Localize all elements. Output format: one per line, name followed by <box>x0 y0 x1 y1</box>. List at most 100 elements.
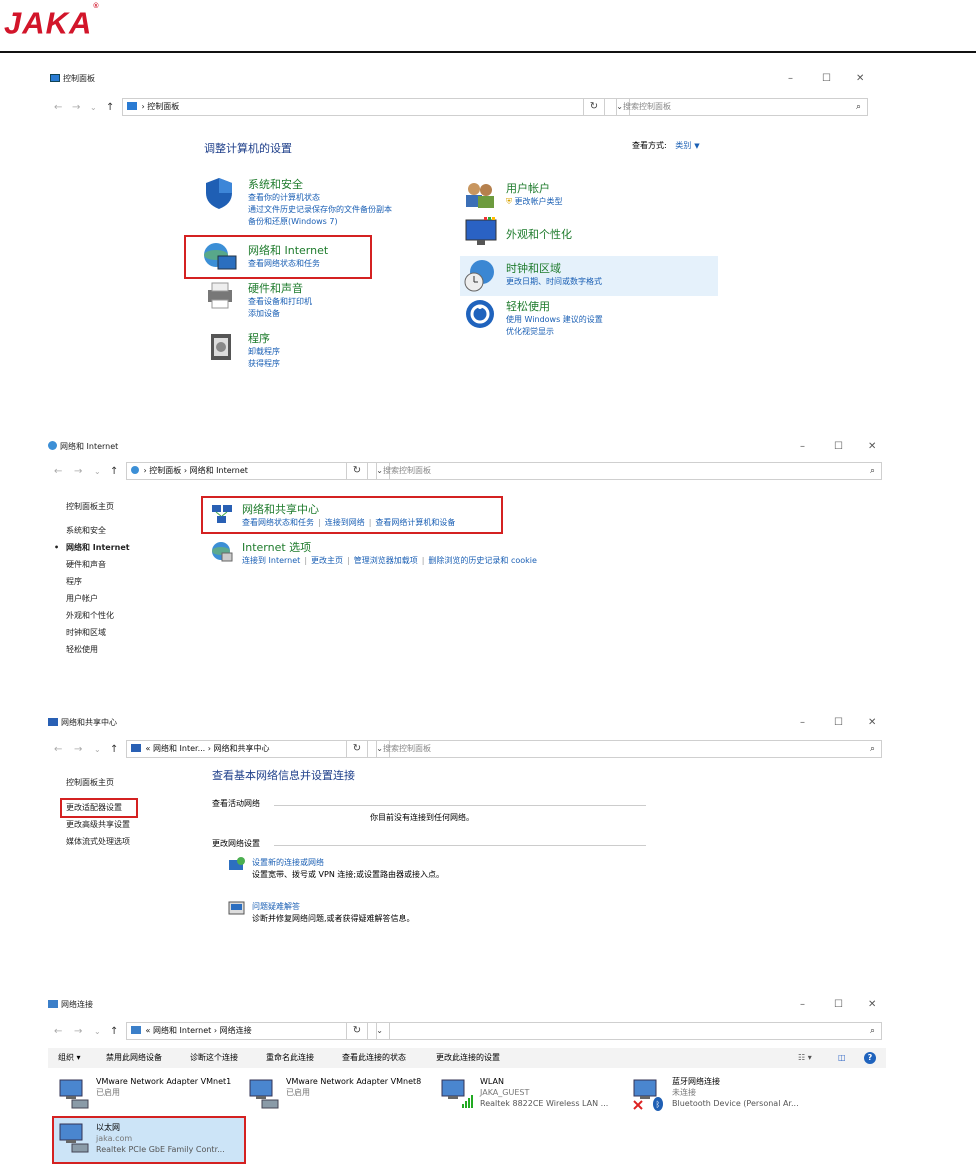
item-title[interactable]: Internet 选项 <box>242 539 537 555</box>
category-link[interactable]: ⛨ 更改帐户类型 <box>506 196 563 208</box>
toolbar-disable[interactable]: 禁用此网络设备 <box>106 1048 162 1068</box>
sidebar-item-hardware[interactable]: 硬件和声音 <box>66 556 130 573</box>
recent-dropdown[interactable]: ⌄ <box>90 101 97 115</box>
category-programs: 程序 卸载程序 获得程序 <box>248 330 280 370</box>
category-link[interactable]: 查看设备和打印机 <box>248 296 312 308</box>
minimize-button[interactable]: – <box>800 440 805 454</box>
recent-dropdown[interactable]: ⌄ <box>94 465 101 479</box>
title-bar: 控制面板 <box>50 72 872 86</box>
sidebar-item-advanced-sharing[interactable]: 更改高级共享设置 <box>66 816 130 833</box>
category-title[interactable]: 程序 <box>248 330 280 346</box>
sidebar-item-accounts[interactable]: 用户帐户 <box>66 590 130 607</box>
forward-button[interactable]: → <box>74 465 82 479</box>
sidebar-item-home[interactable]: 控制面板主页 <box>66 774 130 791</box>
category-link[interactable]: 获得程序 <box>248 358 280 370</box>
category-title[interactable]: 硬件和声音 <box>248 280 312 296</box>
title-bar: 网络和 Internet <box>48 440 886 454</box>
category-link[interactable]: 优化视觉显示 <box>506 326 603 338</box>
up-button[interactable]: ↑ <box>110 465 118 479</box>
task-link[interactable]: 问题疑难解答 <box>252 901 415 913</box>
category-title[interactable]: 外观和个性化 <box>506 226 572 242</box>
sidebar-item-appearance[interactable]: 外观和个性化 <box>66 607 130 624</box>
item-link[interactable]: 更改主页 <box>311 556 343 565</box>
category-link[interactable]: 备份和还原(Windows 7) <box>248 216 392 228</box>
minimize-button[interactable]: – <box>788 72 793 86</box>
category-link[interactable]: 更改日期、时间或数字格式 <box>506 276 602 288</box>
sidebar-item-media-streaming[interactable]: 媒体流式处理选项 <box>66 833 130 850</box>
up-button[interactable]: ↑ <box>110 1025 118 1039</box>
network-connections-window: 网络连接 – ☐ ✕ ← → ⌄ ↑ « 网络和 Internet › 网络连接… <box>48 998 886 1168</box>
sidebar-item-network[interactable]: • 网络和 Internet <box>54 539 130 556</box>
toolbar-diagnose[interactable]: 诊断这个连接 <box>190 1048 238 1068</box>
maximize-button[interactable]: ☐ <box>822 72 831 86</box>
sidebar-item-system[interactable]: 系统和安全 <box>66 522 130 539</box>
personalization-icon <box>464 216 498 248</box>
back-button[interactable]: ← <box>54 1025 62 1039</box>
category-link[interactable]: 卸载程序 <box>248 346 280 358</box>
maximize-button[interactable]: ☐ <box>834 998 843 1012</box>
address-bar[interactable]: › 控制面板 ⌄ <box>122 98 630 116</box>
search-input[interactable]: 搜索控制面板 ⌕ <box>376 740 882 758</box>
minimize-button[interactable]: – <box>800 716 805 730</box>
view-options-icon[interactable]: ☷ ▾ <box>798 1048 812 1068</box>
forward-button[interactable]: → <box>72 101 80 115</box>
forward-button[interactable]: → <box>74 743 82 757</box>
back-button[interactable]: ← <box>54 743 62 757</box>
recent-dropdown[interactable]: ⌄ <box>94 1025 101 1039</box>
category-link[interactable]: 通过文件历史记录保存你的文件备份副本 <box>248 204 392 216</box>
refresh-button[interactable]: ↻ <box>346 462 368 480</box>
adapter-wlan[interactable]: WLAN JAKA_GUEST Realtek 8822CE Wireless … <box>440 1076 626 1116</box>
item-link[interactable]: 管理浏览器加载项 <box>354 556 418 565</box>
back-button[interactable]: ← <box>54 465 62 479</box>
maximize-button[interactable]: ☐ <box>834 716 843 730</box>
maximize-button[interactable]: ☐ <box>834 440 843 454</box>
category-title[interactable]: 系统和安全 <box>248 176 392 192</box>
toolbar-change-settings[interactable]: 更改此连接的设置 <box>436 1048 500 1068</box>
category-title[interactable]: 轻松使用 <box>506 298 603 314</box>
search-input[interactable]: ⌕ <box>376 1022 882 1040</box>
adapter-vmnet8[interactable]: VMware Network Adapter VMnet8 已启用 <box>248 1076 434 1116</box>
sidebar-item-programs[interactable]: 程序 <box>66 573 130 590</box>
window-title: 网络连接 <box>61 1000 93 1009</box>
toolbar-view-status[interactable]: 查看此连接的状态 <box>342 1048 406 1068</box>
forward-button[interactable]: → <box>74 1025 82 1039</box>
close-button[interactable]: ✕ <box>856 72 864 86</box>
sidebar-item-ease[interactable]: 轻松使用 <box>66 641 130 658</box>
sidebar-item-clock[interactable]: 时钟和区域 <box>66 624 130 641</box>
adapter-status: 已启用 <box>286 1088 310 1097</box>
preview-pane-icon[interactable]: ◫ <box>838 1048 846 1068</box>
item-link[interactable]: 连接到 Internet <box>242 556 300 565</box>
up-button[interactable]: ↑ <box>110 743 118 757</box>
back-button[interactable]: ← <box>54 101 62 115</box>
category-title[interactable]: 时钟和区域 <box>506 260 602 276</box>
category-link[interactable]: 添加设备 <box>248 308 312 320</box>
item-link[interactable]: 删除浏览的历史记录和 cookie <box>428 556 537 565</box>
search-input[interactable]: 搜索控制面板 ⌕ <box>376 462 882 480</box>
help-icon[interactable]: ? <box>864 1052 876 1064</box>
toolbar-rename[interactable]: 重命名此连接 <box>266 1048 314 1068</box>
sidebar: 控制面板主页 系统和安全 • 网络和 Internet 硬件和声音 程序 用户帐户… <box>54 498 130 658</box>
minimize-button[interactable]: – <box>800 998 805 1012</box>
task-link[interactable]: 设置新的连接或网络 <box>252 857 444 869</box>
view-mode-select[interactable]: 类别 <box>675 141 691 150</box>
category-link[interactable]: 使用 Windows 建议的设置 <box>506 314 603 326</box>
adapter-bluetooth[interactable]: ᛒ 蓝牙网络连接 未连接 Bluetooth Device (Personal … <box>632 1076 832 1116</box>
refresh-button[interactable]: ↻ <box>346 1022 368 1040</box>
close-button[interactable]: ✕ <box>868 440 876 454</box>
up-button[interactable]: ↑ <box>106 101 114 115</box>
adapter-vmnet1[interactable]: VMware Network Adapter VMnet1 已启用 <box>58 1076 244 1116</box>
refresh-button[interactable]: ↻ <box>346 740 368 758</box>
sidebar-item-home[interactable]: 控制面板主页 <box>66 498 130 515</box>
programs-icon <box>208 330 236 362</box>
network-connections-icon <box>131 1026 141 1034</box>
refresh-button[interactable]: ↻ <box>583 98 605 116</box>
search-input[interactable]: 搜索控制面板 ⌕ <box>616 98 868 116</box>
category-link[interactable]: 查看你的计算机状态 <box>248 192 392 204</box>
category-title[interactable]: 用户帐户 <box>506 180 563 196</box>
no-network-message: 你目前没有连接到任何网络。 <box>370 813 474 822</box>
close-button[interactable]: ✕ <box>868 716 876 730</box>
toolbar: 组织 ▾ 禁用此网络设备 诊断这个连接 重命名此连接 查看此连接的状态 更改此连… <box>48 1048 886 1068</box>
toolbar-organize[interactable]: 组织 ▾ <box>58 1048 81 1068</box>
recent-dropdown[interactable]: ⌄ <box>94 743 101 757</box>
close-button[interactable]: ✕ <box>868 998 876 1012</box>
